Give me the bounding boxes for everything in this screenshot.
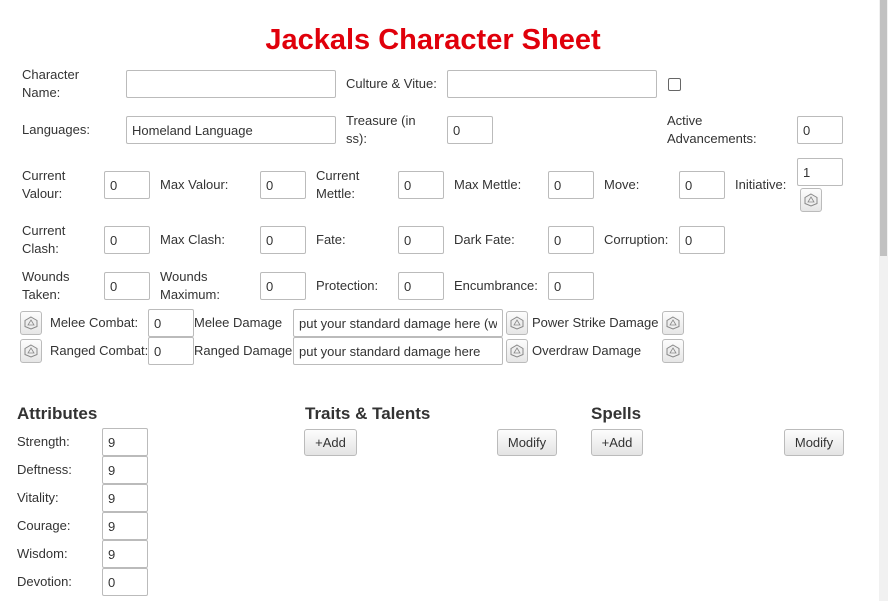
- attribute-field[interactable]: [102, 428, 148, 456]
- attribute-label: Wisdom:: [17, 546, 68, 561]
- dice-icon: [666, 344, 680, 358]
- encumbrance-label: Encumbrance:: [454, 278, 538, 293]
- melee-combat-label: Melee Combat:: [50, 315, 139, 330]
- wounds-maximum-label: Wounds Maximum:: [160, 269, 220, 302]
- dice-icon: [24, 344, 38, 358]
- ranged-combat-label: Ranged Combat:: [50, 343, 149, 358]
- wounds-taken-label: Wounds Taken:: [22, 269, 70, 302]
- protection-field[interactable]: [398, 272, 444, 300]
- attribute-field[interactable]: [102, 484, 148, 512]
- languages-field[interactable]: [126, 116, 336, 144]
- melee-damage-label: Melee Damage: [194, 315, 283, 330]
- corruption-field[interactable]: [679, 226, 725, 254]
- initiative-label: Initiative:: [735, 177, 787, 192]
- ranged-damage-dice-button[interactable]: [506, 339, 528, 363]
- move-field[interactable]: [679, 171, 725, 199]
- dice-icon: [510, 316, 524, 330]
- wounds-taken-field[interactable]: [104, 272, 150, 300]
- dice-icon: [666, 316, 680, 330]
- melee-combat-field[interactable]: [148, 309, 194, 337]
- power-strike-dice-button[interactable]: [662, 311, 684, 335]
- current-clash-field[interactable]: [104, 226, 150, 254]
- character-name-label: Character Name:: [22, 67, 80, 100]
- initiative-field[interactable]: [797, 158, 843, 186]
- dark-fate-field[interactable]: [548, 226, 594, 254]
- ranged-combat-dice-button[interactable]: [20, 339, 42, 363]
- current-valour-field[interactable]: [104, 171, 150, 199]
- spells-add-button[interactable]: +Add: [591, 429, 643, 456]
- encumbrance-field[interactable]: [548, 272, 594, 300]
- power-strike-damage-label: Power Strike Damage: [532, 315, 659, 330]
- attribute-label: Strength:: [17, 434, 70, 449]
- active-advancements-field[interactable]: [797, 116, 843, 144]
- current-mettle-field[interactable]: [398, 171, 444, 199]
- treasure-label: Treasure (in ss):: [346, 113, 416, 146]
- melee-combat-dice-button[interactable]: [20, 311, 42, 335]
- treasure-field[interactable]: [447, 116, 493, 144]
- attribute-label: Deftness:: [17, 462, 72, 477]
- dice-icon: [804, 193, 818, 207]
- dark-fate-label: Dark Fate:: [454, 232, 515, 247]
- active-advancements-label: Active Advancements:: [667, 113, 757, 146]
- overdraw-damage-label: Overdraw Damage: [532, 343, 642, 358]
- melee-damage-field[interactable]: [293, 309, 503, 337]
- attribute-label: Vitality:: [17, 490, 59, 505]
- ranged-combat-field[interactable]: [148, 337, 194, 365]
- melee-damage-dice-button[interactable]: [506, 311, 528, 335]
- fate-field[interactable]: [398, 226, 444, 254]
- traits-heading: Traits & Talents: [305, 404, 431, 423]
- ranged-damage-label: Ranged Damage: [194, 343, 293, 358]
- max-clash-label: Max Clash:: [160, 232, 226, 247]
- attribute-field[interactable]: [102, 540, 148, 568]
- max-mettle-field[interactable]: [548, 171, 594, 199]
- attribute-label: Devotion:: [17, 574, 72, 589]
- protection-label: Protection:: [316, 278, 379, 293]
- max-mettle-label: Max Mettle:: [454, 177, 522, 192]
- current-clash-label: Current Clash:: [22, 223, 66, 256]
- wounds-maximum-field[interactable]: [260, 272, 306, 300]
- attribute-label: Courage:: [17, 518, 71, 533]
- character-name-field[interactable]: [126, 70, 336, 98]
- culture-label: Culture & Vitue:: [346, 76, 437, 91]
- scrollbar[interactable]: [879, 0, 888, 601]
- spells-heading: Spells: [591, 404, 642, 423]
- initiative-dice-button[interactable]: [800, 188, 822, 212]
- culture-checkbox[interactable]: [668, 78, 681, 91]
- current-mettle-label: Current Mettle:: [316, 168, 360, 201]
- max-valour-label: Max Valour:: [160, 177, 229, 192]
- attribute-field[interactable]: [102, 456, 148, 484]
- corruption-label: Corruption:: [604, 232, 669, 247]
- attribute-field[interactable]: [102, 512, 148, 540]
- scrollbar-thumb[interactable]: [880, 0, 887, 256]
- page-title: Jackals Character Sheet: [265, 24, 601, 56]
- traits-modify-button[interactable]: Modify: [497, 429, 557, 456]
- spells-modify-button[interactable]: Modify: [784, 429, 844, 456]
- dice-icon: [510, 344, 524, 358]
- culture-field[interactable]: [447, 70, 657, 98]
- dice-icon: [24, 316, 38, 330]
- overdraw-dice-button[interactable]: [662, 339, 684, 363]
- traits-add-button[interactable]: +Add: [304, 429, 357, 456]
- max-clash-field[interactable]: [260, 226, 306, 254]
- languages-label: Languages:: [22, 122, 90, 137]
- ranged-damage-field[interactable]: [293, 337, 503, 365]
- attribute-field[interactable]: [102, 568, 148, 596]
- max-valour-field[interactable]: [260, 171, 306, 199]
- current-valour-label: Current Valour:: [22, 168, 66, 201]
- attributes-heading: Attributes: [17, 404, 98, 423]
- move-label: Move:: [604, 177, 640, 192]
- fate-label: Fate:: [316, 232, 346, 247]
